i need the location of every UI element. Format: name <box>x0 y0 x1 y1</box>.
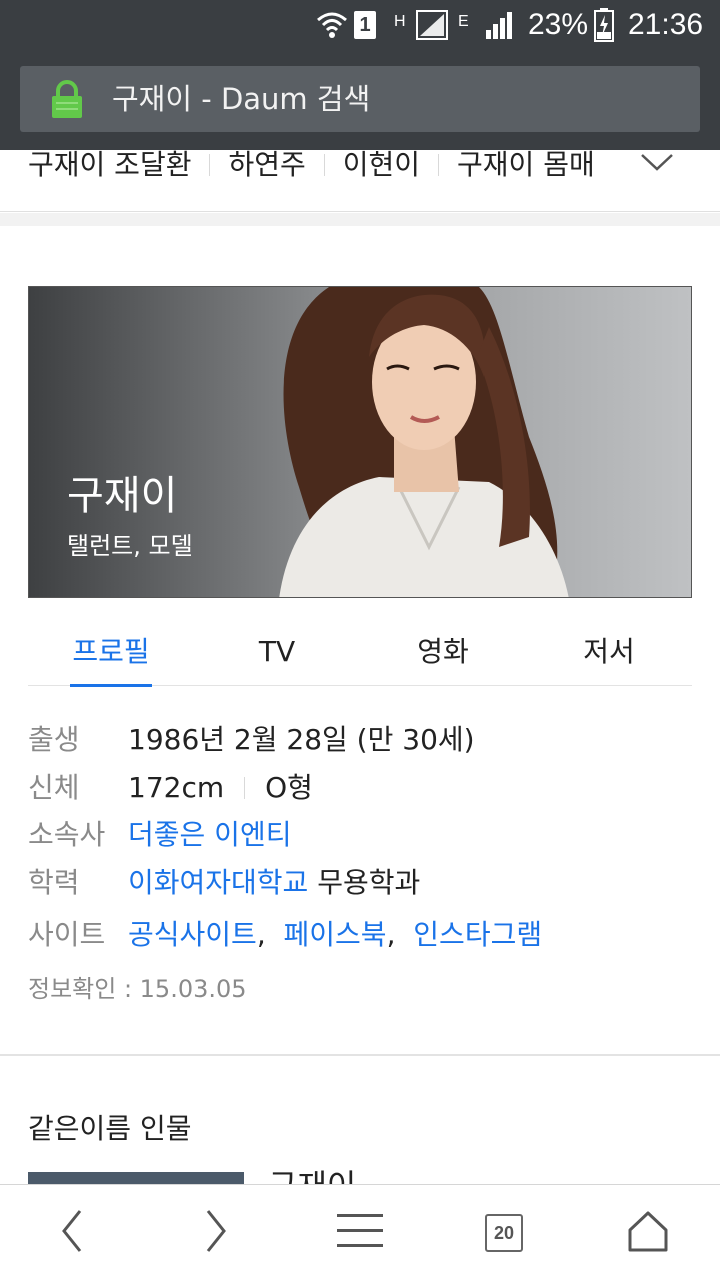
birth-label: 출생 <box>28 723 80 756</box>
page-title: 구재이 - Daum 검색 <box>112 82 371 116</box>
related-searches: 구재이 조달환 하연주 이현이 구재이 몸매 <box>0 150 720 212</box>
related-item[interactable]: 하연주 <box>228 150 305 180</box>
home-button[interactable] <box>588 1185 708 1280</box>
menu-button[interactable] <box>300 1185 420 1280</box>
info-checked-date: 정보확인 : 15.03.05 <box>28 975 247 1003</box>
battery-percent: 23% <box>528 8 589 41</box>
related-item[interactable]: 구재이 몸매 <box>457 150 595 180</box>
education-value: 이화여자대학교 무용학과 <box>128 866 420 900</box>
wifi-icon <box>316 8 348 42</box>
instagram-link[interactable]: 인스타그램 <box>413 918 542 951</box>
back-icon <box>60 1209 84 1257</box>
active-tab-indicator <box>70 684 152 687</box>
battery-icon <box>594 8 614 42</box>
profile-tabs: 프로필 TV 영화 저서 <box>28 618 692 687</box>
site-links: 공식사이트, 페이스북, 인스타그램 <box>128 918 542 952</box>
birth-value: 1986년 2월 28일 (만 30세) <box>128 723 475 756</box>
same-name-person[interactable]: 구재이 <box>268 1168 356 1184</box>
tab-label: 프로필 <box>72 635 150 668</box>
site-label: 사이트 <box>28 918 106 951</box>
comma: , <box>386 918 396 951</box>
tabs-icon: 20 <box>485 1214 523 1252</box>
clock: 21:36 <box>628 8 704 41</box>
section-divider <box>0 1054 720 1056</box>
sim-icon: 1 <box>354 8 376 42</box>
section-gap <box>0 213 720 226</box>
height-value: 172cm <box>128 771 225 804</box>
network-h-label: H <box>394 13 406 30</box>
related-item[interactable]: 구재이 조달환 <box>28 150 191 180</box>
forward-button[interactable] <box>156 1185 276 1280</box>
menu-icon <box>337 1213 383 1253</box>
signal-icon-2 <box>484 8 516 42</box>
address-bar[interactable]: 구재이 - Daum 검색 <box>20 66 700 132</box>
profile-name: 구재이 <box>67 473 178 519</box>
comma: , <box>256 918 266 951</box>
tab-profile[interactable]: 프로필 <box>28 618 194 687</box>
related-list: 구재이 조달환 하연주 이현이 구재이 몸매 <box>28 150 595 180</box>
profile-role: 탤런트, 모델 <box>67 532 193 560</box>
official-site-link[interactable]: 공식사이트 <box>128 918 257 951</box>
school-link[interactable]: 이화여자대학교 <box>128 866 308 899</box>
profile-photo[interactable]: 구재이 탤런트, 모델 <box>28 286 692 598</box>
chevron-down-icon[interactable] <box>640 150 674 176</box>
home-icon <box>627 1210 669 1256</box>
network-e-label: E <box>458 13 469 30</box>
separator <box>244 777 246 799</box>
signal-icon <box>416 8 448 42</box>
major-text: 무용학과 <box>308 866 421 899</box>
body-label: 신체 <box>28 771 80 804</box>
related-item[interactable]: 이현이 <box>343 150 420 180</box>
tabs-button[interactable]: 20 <box>444 1185 564 1280</box>
blood-type-value: O형 <box>265 771 313 804</box>
separator <box>323 154 325 176</box>
back-button[interactable] <box>12 1185 132 1280</box>
tab-books[interactable]: 저서 <box>526 618 692 686</box>
browser-toolbar: 구재이 - Daum 검색 <box>0 50 720 150</box>
agency-link[interactable]: 더좋은 이엔티 <box>128 818 291 852</box>
facebook-link[interactable]: 페이스북 <box>284 918 387 951</box>
forward-icon <box>204 1209 228 1257</box>
same-name-heading: 같은이름 인물 <box>28 1112 192 1145</box>
tab-movie[interactable]: 영화 <box>360 618 526 686</box>
browser-bottom-nav: 20 <box>0 1184 720 1280</box>
separator <box>209 154 211 176</box>
agency-label: 소속사 <box>28 818 106 851</box>
status-bar: 1 H E 23% 21:36 <box>0 0 720 50</box>
separator <box>438 154 440 176</box>
education-label: 학력 <box>28 866 80 899</box>
body-value: 172cm O형 <box>128 771 313 805</box>
lock-icon <box>50 80 84 120</box>
tab-tv[interactable]: TV <box>194 618 360 686</box>
sim-label: 1 <box>354 11 376 39</box>
